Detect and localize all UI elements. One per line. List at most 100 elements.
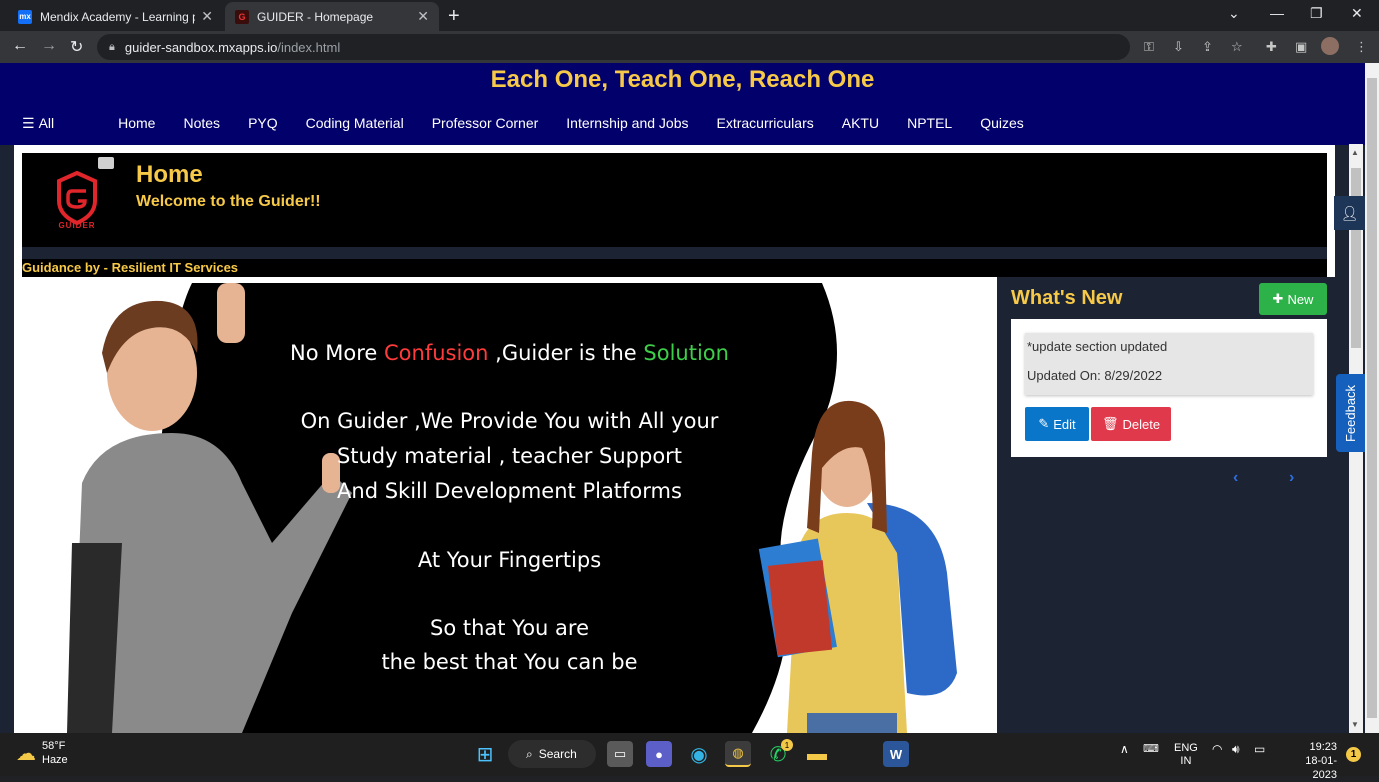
home-banner: GUIDER Home Welcome to the Guider!! <box>22 153 1327 247</box>
install-app-icon[interactable]: ⇩ <box>1173 39 1184 55</box>
update-card: *update section updated Updated On: 8/29… <box>1011 319 1327 457</box>
new-tab-button[interactable]: + <box>448 5 460 28</box>
page-title: Home <box>136 161 203 188</box>
inner-scrollbar-thumb[interactable] <box>1351 168 1361 348</box>
nav-item-aktu[interactable]: AKTU <box>842 115 879 132</box>
windows-start-icon[interactable]: ⊞ <box>472 741 498 767</box>
key-icon[interactable]: ⚿ <box>1144 39 1154 55</box>
nav-item-home[interactable]: Home <box>118 115 155 132</box>
scroll-up-arrow-icon[interactable]: ▲ <box>1351 148 1359 157</box>
url-host: guider-sandbox.mxapps.io <box>124 39 278 55</box>
word-app-icon[interactable]: W <box>883 741 909 767</box>
trash-icon: 🗑︎ <box>1101 416 1119 431</box>
maximize-icon[interactable]: ❐ <box>1310 5 1323 22</box>
browser-toolbar: ← → ↻ 🔒︎ guider-sandbox.mxapps.io/index.… <box>0 31 1379 63</box>
guider-logo: GUIDER <box>42 163 112 233</box>
hero-line-6: So that You are <box>429 616 589 640</box>
minimize-icon[interactable]: — <box>1270 5 1284 21</box>
nav-item-quizes[interactable]: Quizes <box>980 115 1024 132</box>
file-explorer-icon[interactable]: ▬ <box>804 741 830 767</box>
update-note: *update section updated Updated On: 8/29… <box>1025 333 1313 395</box>
keyboard-icon[interactable]: ⌨ <box>1143 742 1159 755</box>
hero-text-green: Solution <box>643 341 729 365</box>
mendix-favicon-icon: mx <box>18 9 32 24</box>
hero-image: No More Confusion ,Guider is the Solutio… <box>22 283 997 733</box>
nav-all-menu[interactable]: ☰ All <box>22 115 82 132</box>
extensions-puzzle-icon[interactable]: ✚ <box>1266 39 1277 55</box>
edit-banner-icon[interactable] <box>98 157 114 169</box>
clock-date: 18-01-2023 <box>1305 755 1337 781</box>
edge-browser-icon[interactable]: ◉ <box>686 741 712 767</box>
nav-item-nptel[interactable]: NPTEL <box>907 115 952 132</box>
tab-search-chevron-down-icon[interactable]: ⌄ <box>1228 5 1240 22</box>
page-subtitle: Welcome to the Guider!! <box>136 193 321 210</box>
tab-title: Mendix Academy - Learning path <box>40 9 195 24</box>
teams-chat-icon[interactable]: ● <box>646 741 672 767</box>
share-icon[interactable]: ⇪ <box>1202 39 1213 55</box>
edit-button[interactable]: ✎ Edit <box>1025 407 1089 441</box>
divider-strip <box>22 247 1327 259</box>
new-button[interactable]: ✚ New <box>1259 283 1327 315</box>
taskbar-search[interactable]: ⌕ Search <box>508 740 596 768</box>
hero-text: ,Guider is the <box>488 341 644 365</box>
nav-item-professor-corner[interactable]: Professor Corner <box>432 115 539 132</box>
nav-item-internship-jobs[interactable]: Internship and Jobs <box>566 115 688 132</box>
chevron-left-icon[interactable]: ‹ <box>1233 469 1238 487</box>
nav-item-notes[interactable]: Notes <box>183 115 220 132</box>
site-header: Each One, Teach One, Reach One ☰ All Home… <box>0 63 1365 145</box>
chrome-browser-icon[interactable]: ◍ <box>725 741 751 767</box>
side-panel-icon[interactable]: ▣ <box>1295 39 1307 55</box>
volume-icon[interactable]: 🔊︎ <box>1232 742 1240 757</box>
region-code: IN <box>1180 755 1192 767</box>
main-content: GUIDER Home Welcome to the Guider!! Guid… <box>14 145 1335 733</box>
temperature: 58°F <box>42 740 66 752</box>
web-page: Each One, Teach One, Reach One ☰ All Home… <box>0 63 1365 733</box>
logo-text: GUIDER <box>58 221 96 230</box>
back-arrow-icon[interactable]: ← <box>12 37 28 55</box>
address-bar[interactable]: 🔒︎ guider-sandbox.mxapps.io/index.html <box>97 34 1130 60</box>
close-icon[interactable]: ✕ <box>201 8 213 25</box>
guider-favicon-icon: G <box>235 9 249 24</box>
update-note-text: *update section updated <box>1027 339 1168 354</box>
kebab-menu-icon[interactable]: ⋮ <box>1355 39 1368 55</box>
chevron-up-icon[interactable]: ∧ <box>1120 742 1129 756</box>
nav-item-pyq[interactable]: PYQ <box>248 115 278 132</box>
lock-icon: 🔒︎ <box>109 40 115 53</box>
tab-guider-homepage[interactable]: G GUIDER - Homepage ✕ <box>225 2 439 31</box>
browser-tab-bar: mx Mendix Academy - Learning path ✕ G GU… <box>0 0 1379 31</box>
hero-text-red: Confusion <box>384 341 489 365</box>
nav-item-coding-material[interactable]: Coding Material <box>306 115 404 132</box>
nav-all-label: All <box>38 115 55 131</box>
window-close-icon[interactable]: ✕ <box>1351 5 1363 22</box>
edit-button-label: Edit <box>1053 416 1076 432</box>
whatsapp-badge: 1 <box>781 739 793 751</box>
wifi-icon[interactable]: ◠ <box>1212 742 1222 756</box>
new-button-label: New <box>1287 291 1314 307</box>
user-settings-icon[interactable]: 👤︎ <box>1334 196 1365 230</box>
chevron-right-icon[interactable]: › <box>1289 469 1294 487</box>
clock-time: 19:23 <box>1309 741 1337 753</box>
reload-icon[interactable]: ↻ <box>70 37 83 57</box>
tab-mendix-academy[interactable]: mx Mendix Academy - Learning path ✕ <box>8 2 223 31</box>
battery-icon[interactable]: ▭ <box>1254 742 1265 756</box>
url-path: /index.html <box>277 39 341 55</box>
hero-line-2: On Guider ,We Provide You with All your <box>300 409 719 433</box>
delete-button-label: Delete <box>1122 416 1161 432</box>
notification-badge[interactable]: 1 <box>1346 747 1361 762</box>
bookmark-star-icon[interactable]: ☆ <box>1231 39 1243 55</box>
nav-item-extracurriculars[interactable]: Extracurriculars <box>717 115 814 132</box>
delete-button[interactable]: 🗑︎ Delete <box>1091 407 1171 441</box>
task-view-icon[interactable]: ▭ <box>607 741 633 767</box>
feedback-tab[interactable]: Feedback <box>1336 374 1365 452</box>
scroll-down-arrow-icon[interactable]: ▼ <box>1351 720 1359 729</box>
language-indicator[interactable]: ENG IN <box>1174 742 1198 768</box>
forward-arrow-icon[interactable]: → <box>41 37 57 55</box>
weather-widget[interactable]: ☁ 58°F Haze <box>16 739 68 767</box>
search-label: Search <box>538 747 577 761</box>
plus-icon: ✚ <box>1272 291 1284 306</box>
close-icon[interactable]: ✕ <box>417 8 429 25</box>
guidance-label: Guidance by - Resilient IT Services <box>22 259 1327 277</box>
hero-line-1: No More Confusion ,Guider is the Solutio… <box>22 341 997 365</box>
page-scrollbar-thumb[interactable] <box>1367 78 1377 718</box>
profile-avatar[interactable] <box>1321 37 1339 55</box>
